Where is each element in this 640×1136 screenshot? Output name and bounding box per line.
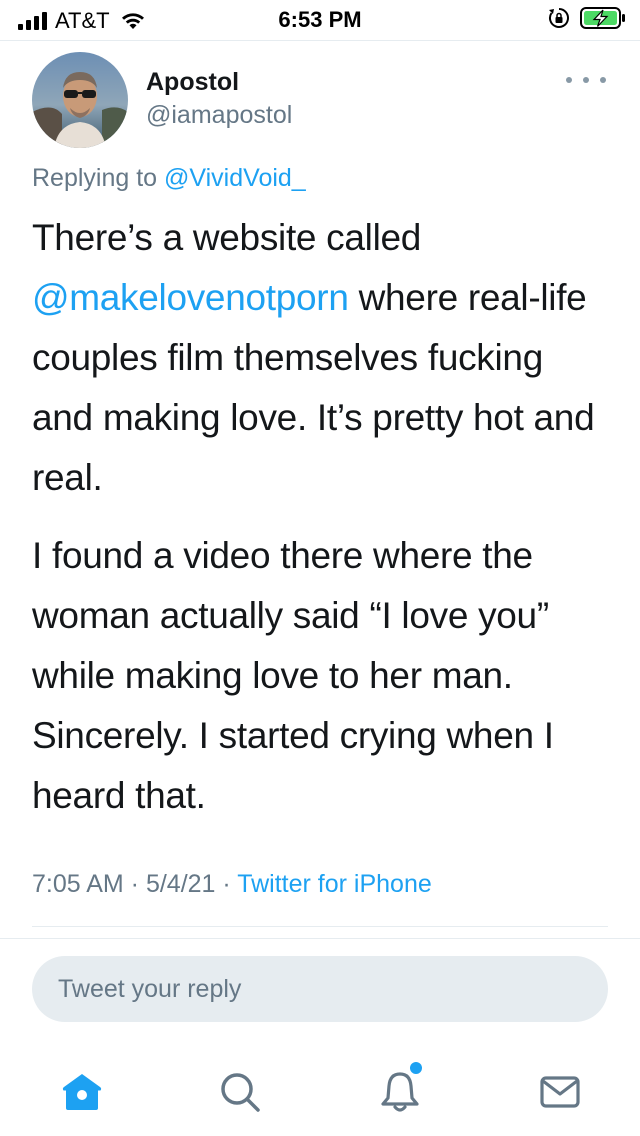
reply-divider (0, 938, 640, 939)
meta-separator: · (215, 870, 238, 898)
tweet-time: 7:05 AM (32, 870, 124, 898)
tweet-source[interactable]: Twitter for iPhone (237, 870, 432, 898)
notifications-icon (381, 1072, 419, 1112)
messages-icon (540, 1076, 580, 1108)
paragraph1-before: There’s a website called (32, 217, 422, 258)
tweet-date: 5/4/21 (145, 870, 216, 898)
replying-prefix: Replying to (32, 164, 158, 192)
status-divider (0, 40, 640, 41)
tab-bar (0, 1040, 640, 1136)
battery-charging-icon (580, 7, 625, 29)
content-divider (32, 926, 608, 927)
home-icon (62, 1074, 102, 1110)
tweet-meta: 7:05 AM · 5/4/21 · Twitter for iPhone (32, 870, 432, 899)
tab-home[interactable] (58, 1068, 106, 1116)
tweet-text: There’s a website called @makelovenotpor… (32, 208, 612, 826)
author-name[interactable]: Apostol (146, 68, 239, 97)
replying-to: Replying to @VividVoid_ (32, 164, 306, 193)
replying-to-mention[interactable]: @VividVoid_ (164, 164, 306, 192)
tweet-paragraph-2: I found a video there where the woman ac… (32, 535, 554, 816)
rotation-lock-icon (549, 8, 569, 28)
notification-badge (410, 1062, 422, 1074)
tweet-paragraph-1: There’s a website called @makelovenotpor… (32, 208, 612, 508)
tab-messages[interactable] (536, 1068, 584, 1116)
tab-search[interactable] (216, 1068, 264, 1116)
tab-notifications[interactable] (376, 1062, 424, 1116)
author-handle[interactable]: @iamapostol (146, 101, 292, 130)
author-avatar[interactable] (32, 52, 128, 148)
reply-placeholder: Tweet your reply (58, 974, 242, 1003)
makelovenotporn-mention[interactable]: @makelovenotporn (32, 277, 349, 318)
status-bar: AT&T 6:53 PM (0, 0, 640, 40)
more-options-icon[interactable] (566, 70, 606, 90)
search-icon (221, 1073, 260, 1112)
status-time: 6:53 PM (278, 7, 362, 32)
status-right (548, 7, 626, 29)
reply-input[interactable]: Tweet your reply (32, 956, 608, 1022)
meta-separator: · (123, 870, 146, 898)
